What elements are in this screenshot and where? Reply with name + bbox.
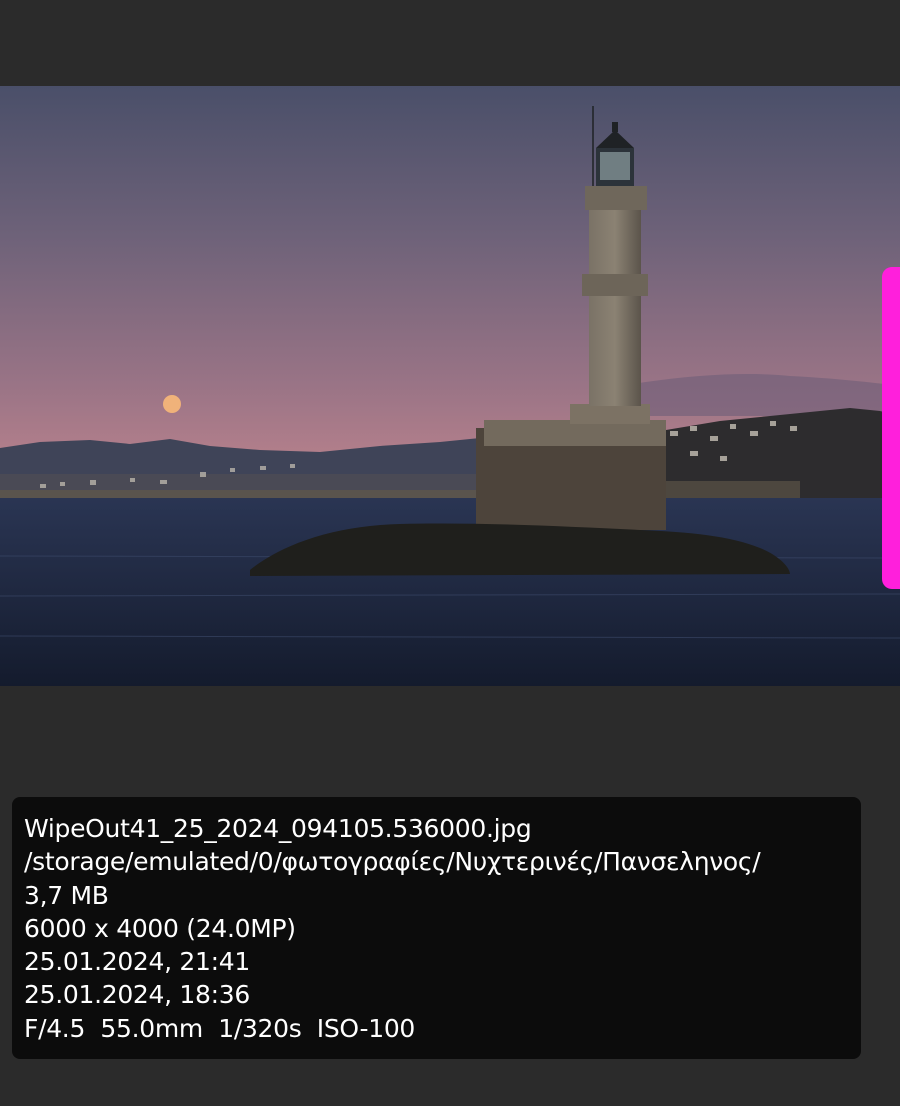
- file-name: WipeOut41_25_2024_094105.536000.jpg: [24, 814, 532, 843]
- image-resolution: 6000 x 4000 (24.0MP): [24, 913, 296, 943]
- scrollbar-handle[interactable]: [882, 267, 900, 589]
- file-info-panel: WipeOut41_25_2024_094105.536000.jpg /sto…: [12, 797, 861, 1059]
- date-modified: 25.01.2024, 21:41: [24, 947, 250, 977]
- photo-view[interactable]: [0, 86, 900, 686]
- photo-lighthouse-moon: [0, 86, 900, 686]
- image-viewer: WipeOut41_25_2024_094105.536000.jpg /sto…: [0, 0, 900, 1106]
- date-taken: 25.01.2024, 18:36: [24, 980, 250, 1010]
- file-path: /storage/emulated/0/φωτογραφίες/Νυχτεριν…: [24, 847, 761, 877]
- exif-info: F/4.5 55.0mm 1/320s ISO-100: [24, 1013, 416, 1043]
- file-size: 3,7 MB: [24, 880, 109, 910]
